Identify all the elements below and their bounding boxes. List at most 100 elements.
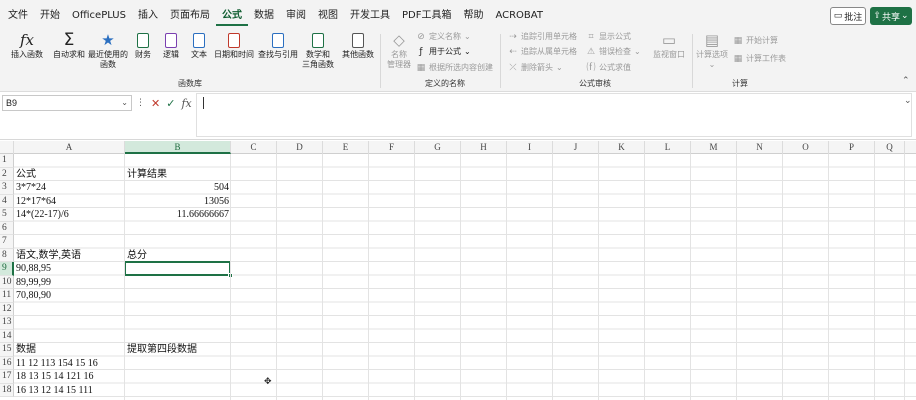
row-header[interactable]: 16: [0, 356, 14, 370]
watch-window-button[interactable]: ▭ 监视窗口: [650, 30, 688, 74]
date-time-button[interactable]: 日期和时间: [212, 30, 256, 74]
calculate-now-button[interactable]: ▦ 开始计算: [733, 34, 778, 48]
menu-tab[interactable]: 数据: [248, 6, 280, 26]
enter-icon[interactable]: ✓: [166, 97, 175, 110]
menu-tab[interactable]: 帮助: [457, 6, 489, 26]
text-button[interactable]: 文本: [186, 30, 212, 74]
cell-a5[interactable]: 14*(22-17)/6: [16, 208, 69, 222]
use-in-formula-button[interactable]: ƒ 用于公式 ⌄: [416, 45, 470, 59]
cell-b5[interactable]: 11.66666667: [127, 208, 229, 222]
row-header[interactable]: 12: [0, 302, 14, 316]
row-header[interactable]: 9: [0, 262, 14, 276]
insert-function-button[interactable]: fx 插入函数: [8, 30, 46, 74]
row-header[interactable]: 13: [0, 316, 14, 330]
cell-a11[interactable]: 70,80,90: [16, 289, 51, 303]
row-header[interactable]: 3: [0, 181, 14, 195]
row-header[interactable]: 4: [0, 194, 14, 208]
row-header[interactable]: 10: [0, 275, 14, 289]
row-header[interactable]: 14: [0, 329, 14, 343]
row-header[interactable]: 1: [0, 154, 14, 168]
column-header[interactable]: H: [461, 141, 507, 154]
column-header[interactable]: E: [323, 141, 369, 154]
row-header[interactable]: 18: [0, 383, 14, 397]
column-header[interactable]: F: [369, 141, 415, 154]
calculate-sheet-button[interactable]: ▦ 计算工作表: [733, 52, 786, 66]
cancel-icon[interactable]: ✕: [151, 97, 160, 110]
column-header[interactable]: I: [507, 141, 553, 154]
formula-input[interactable]: [196, 93, 912, 137]
autosum-button[interactable]: Σ 自动求和: [50, 30, 88, 74]
more-options-icon[interactable]: ⋮: [136, 98, 145, 108]
column-header[interactable]: B: [125, 141, 231, 154]
chevron-down-icon[interactable]: ⌄: [121, 96, 128, 110]
menu-tab[interactable]: 插入: [132, 6, 164, 26]
menu-tab[interactable]: 视图: [312, 6, 344, 26]
recent-functions-button[interactable]: ★ 最近使用的 函数: [86, 30, 130, 74]
lookup-reference-button[interactable]: 查找与引用: [256, 30, 300, 74]
name-manager-button[interactable]: ◇ 名称 管理器: [384, 30, 414, 74]
cell-b15[interactable]: 提取第四段数据: [127, 343, 197, 357]
row-header[interactable]: 7: [0, 235, 14, 249]
menu-tab[interactable]: 公式: [215, 6, 248, 26]
cell-b4[interactable]: 13056: [127, 195, 229, 209]
math-trig-button[interactable]: 数学和 三角函数: [298, 30, 338, 74]
row-header[interactable]: 17: [0, 370, 14, 384]
worksheet-grid[interactable]: ABCDEFGHIJKLMNOPQ 1 2 3 4 5 6 7 8 9 10 11 12 13 14 15 1…: [0, 141, 916, 400]
column-header[interactable]: N: [737, 141, 783, 154]
column-header[interactable]: K: [599, 141, 645, 154]
row-header[interactable]: 11: [0, 289, 14, 303]
column-header[interactable]: Q: [875, 141, 905, 154]
cell-a15[interactable]: 数据: [16, 343, 36, 357]
cell-a4[interactable]: 12*17*64: [16, 195, 56, 209]
financial-button[interactable]: 财务: [130, 30, 156, 74]
cell-a17[interactable]: 18 13 15 14 121 16: [16, 370, 94, 384]
cell-a9[interactable]: 90,88,95: [16, 262, 51, 276]
menu-tab[interactable]: 页面布局: [164, 6, 216, 26]
cell-b2[interactable]: 计算结果: [127, 168, 167, 182]
column-header[interactable]: L: [645, 141, 691, 154]
cell-a3[interactable]: 3*7*24: [16, 181, 46, 195]
cell-a2[interactable]: 公式: [16, 168, 36, 182]
create-from-selection-button[interactable]: ▦ 根据所选内容创建: [416, 61, 493, 75]
cell-b3[interactable]: 504: [127, 181, 229, 195]
error-checking-button[interactable]: ⚠ 错误检查 ⌄: [586, 45, 641, 59]
evaluate-formula-button[interactable]: ⒡ 公式求值: [586, 61, 631, 75]
expand-formula-bar-icon[interactable]: ⌄: [904, 96, 912, 106]
more-functions-button[interactable]: 其他函数: [340, 30, 376, 74]
row-header[interactable]: 2: [0, 167, 14, 181]
show-formulas-button[interactable]: ⌗ 显示公式: [586, 30, 631, 44]
column-header[interactable]: G: [415, 141, 461, 154]
comment-button[interactable]: ▭ 批注: [830, 7, 866, 25]
menu-tab[interactable]: ACROBAT: [489, 6, 549, 26]
trace-dependents-button[interactable]: ⇠ 追踪从属单元格: [508, 45, 577, 59]
trace-precedents-button[interactable]: ⇢ 追踪引用单元格: [508, 30, 577, 44]
share-button[interactable]: ⇪ 共享 ⌄: [870, 7, 912, 25]
column-header[interactable]: J: [553, 141, 599, 154]
row-header[interactable]: 6: [0, 221, 14, 235]
cell-a8[interactable]: 语文,数学,英语: [16, 249, 81, 263]
remove-arrows-button[interactable]: ⤫ 删除箭头 ⌄: [508, 61, 562, 75]
column-header[interactable]: P: [829, 141, 875, 154]
name-box[interactable]: B9 ⌄: [2, 95, 132, 111]
menu-tab[interactable]: PDF工具箱: [396, 6, 457, 26]
menu-tab[interactable]: 文件: [2, 6, 34, 26]
insert-function-icon[interactable]: fx: [181, 97, 191, 110]
menu-tab[interactable]: 开发工具: [344, 6, 396, 26]
cell-a10[interactable]: 89,99,99: [16, 276, 51, 290]
column-header[interactable]: A: [14, 141, 125, 154]
row-header[interactable]: 8: [0, 248, 14, 262]
cell-a18[interactable]: 16 13 12 14 15 111: [16, 384, 93, 398]
column-header[interactable]: C: [231, 141, 277, 154]
calculation-options-button[interactable]: ▤ 计算选项 ⌄: [694, 30, 730, 74]
logical-button[interactable]: 逻辑: [158, 30, 184, 74]
ribbon-collapse-icon[interactable]: ⌃: [902, 76, 910, 86]
column-header[interactable]: D: [277, 141, 323, 154]
menu-tab[interactable]: 审阅: [280, 6, 312, 26]
define-name-button[interactable]: ⊘ 定义名称 ⌄: [416, 30, 470, 44]
row-header[interactable]: 15: [0, 343, 14, 357]
menu-tab[interactable]: OfficePLUS: [66, 6, 132, 26]
cell-b8[interactable]: 总分: [127, 249, 147, 263]
cells-area[interactable]: 公式 计算结果 3*7*24 504 12*17*64 13056 14*(22-17)/6…: [14, 154, 916, 400]
column-header[interactable]: M: [691, 141, 737, 154]
selected-cell-box[interactable]: [124, 261, 233, 278]
